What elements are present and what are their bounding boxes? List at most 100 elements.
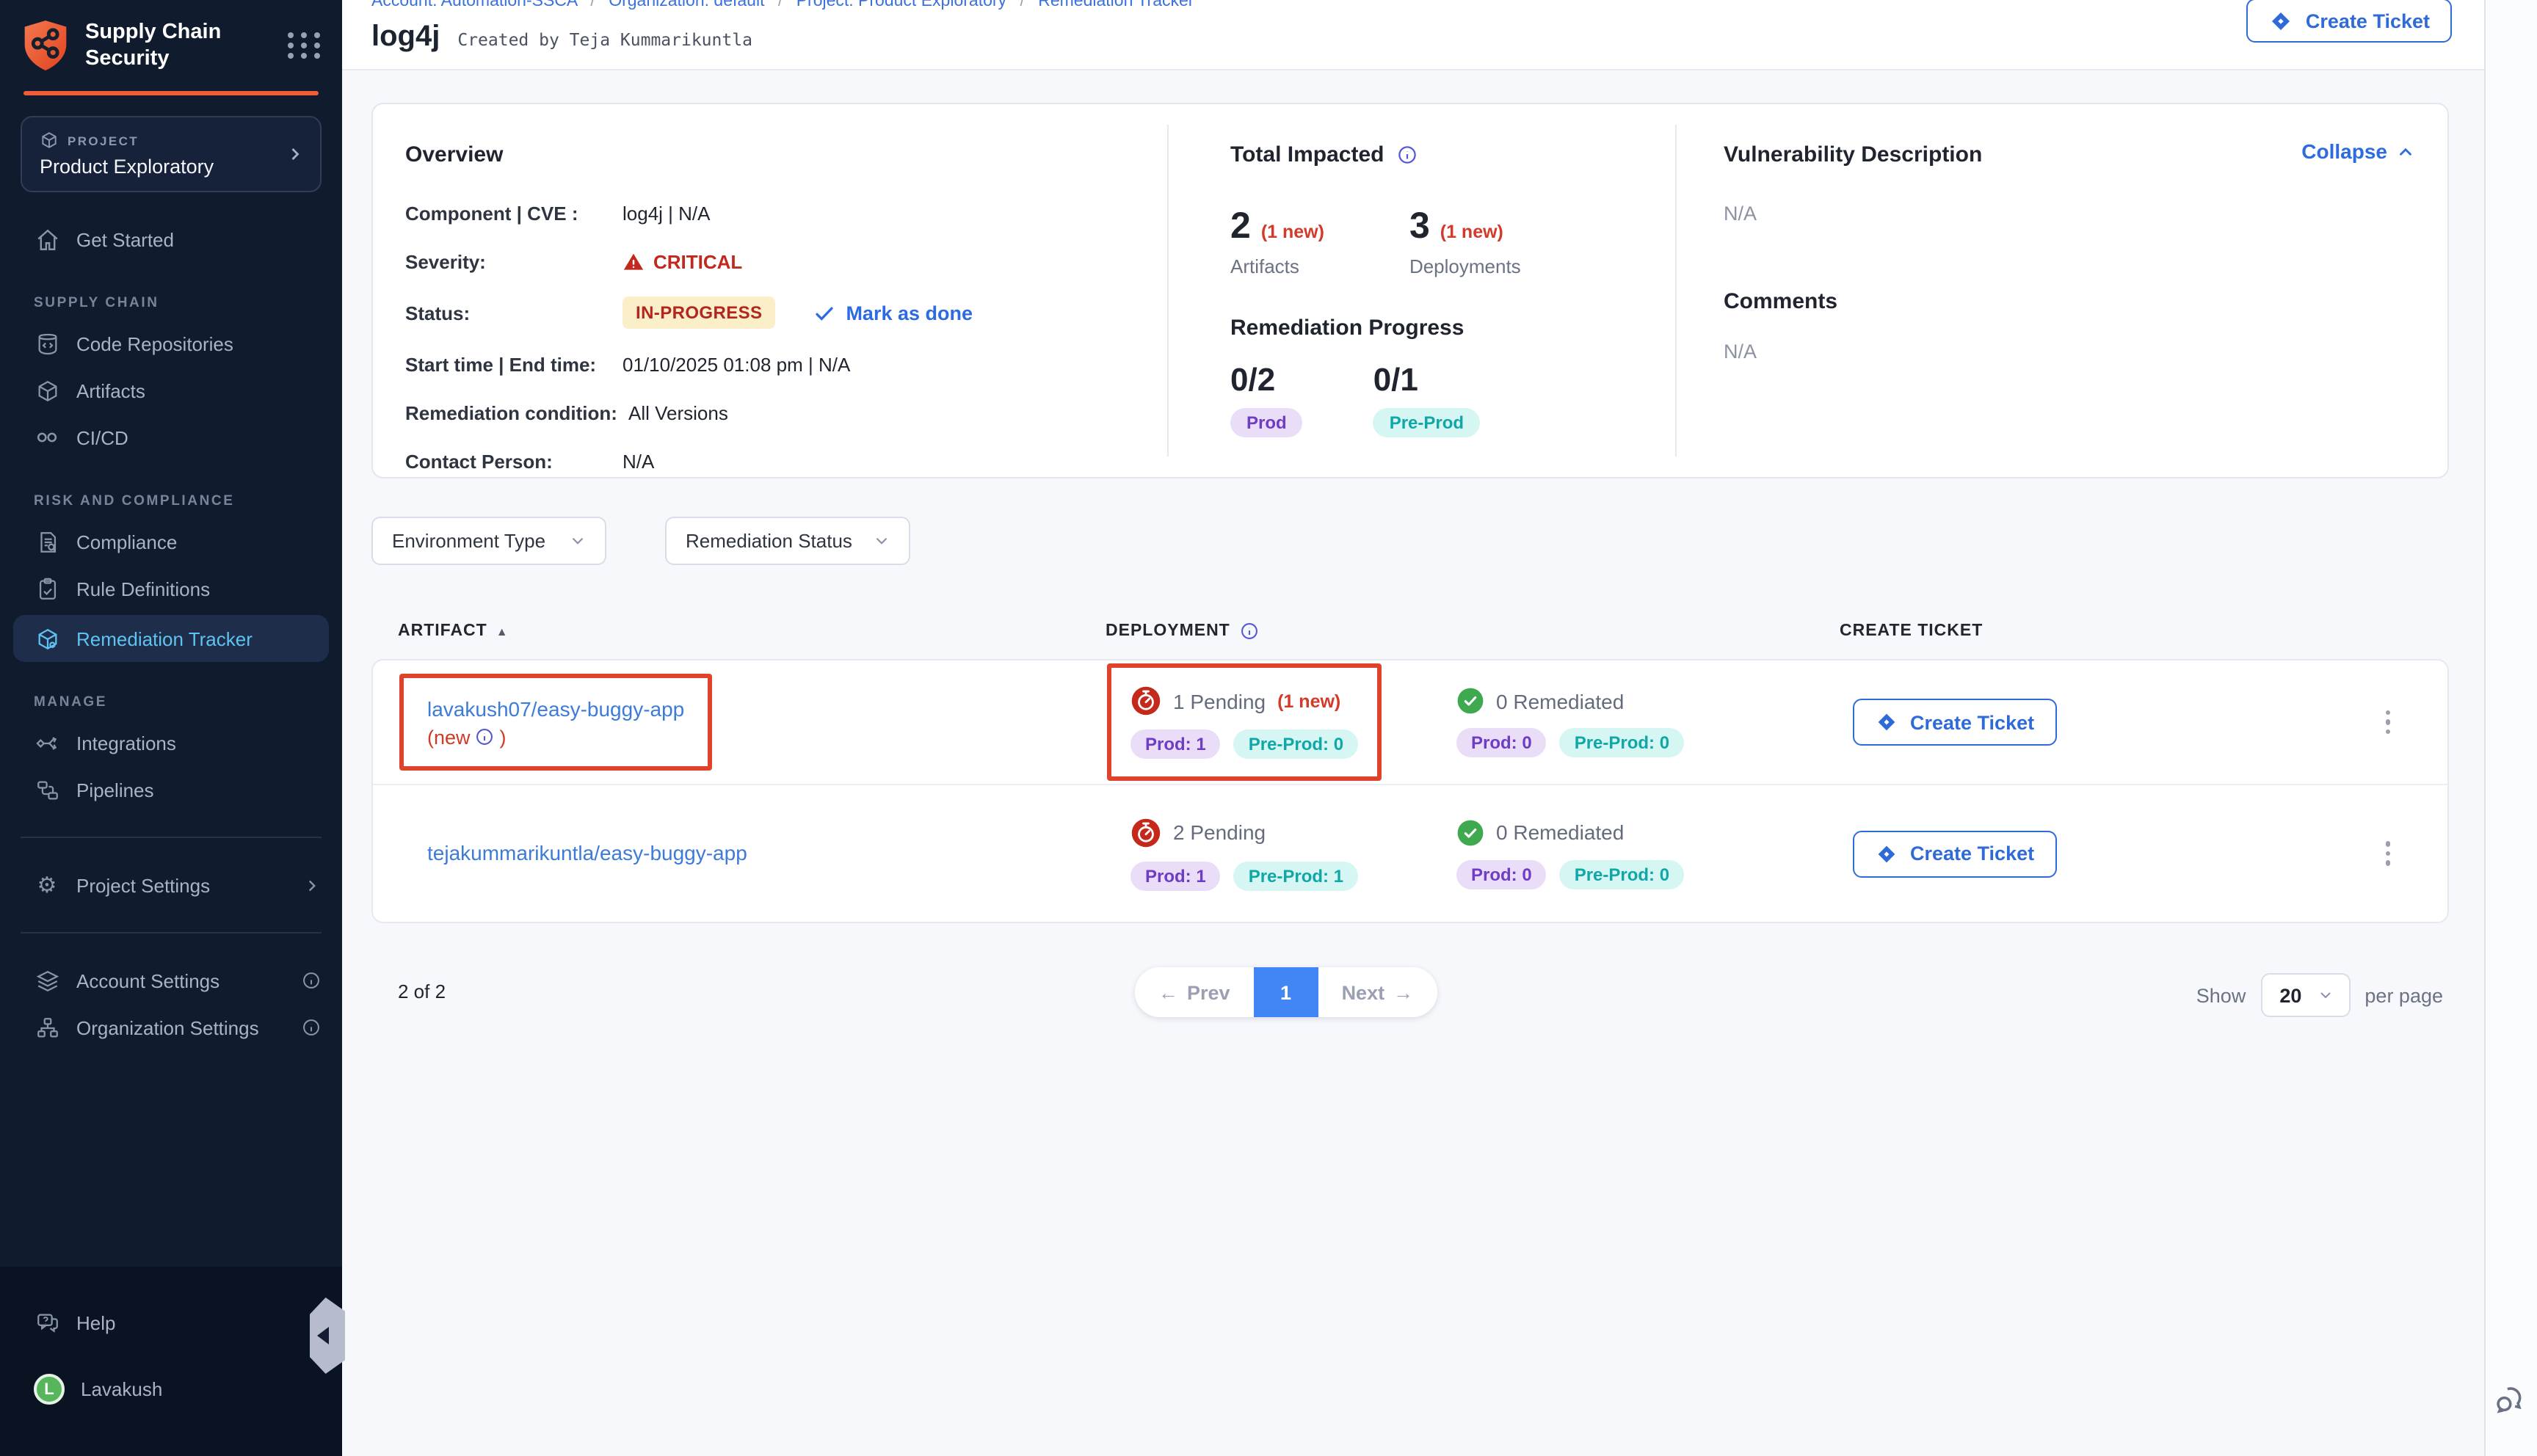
sidebar-collapse-button[interactable] [310, 1297, 345, 1374]
overview-row-status: Status: IN-PROGRESS Mark as done [405, 296, 1153, 329]
annotation-box-deployment: 1 Pending (1 new) Prod: 1 Pre-Prod: 0 [1107, 663, 1382, 781]
sidebar-item-integrations[interactable]: Integrations [0, 719, 342, 766]
create-ticket-cell: Create Ticket [1841, 830, 2326, 877]
sidebar-user[interactable]: L Lavakush [0, 1364, 342, 1415]
sidebar-item-code-repositories[interactable]: Code Repositories [0, 320, 342, 367]
section-label-risk-and-compliance: RISK AND COMPLIANCE [34, 493, 342, 509]
show-label: Show [2196, 984, 2246, 1006]
info-icon[interactable] [1396, 144, 1418, 166]
sidebar-item-label: Get Started [76, 228, 174, 250]
environment-type-dropdown[interactable]: Environment Type [371, 517, 606, 565]
breadcrumb-separator: / [590, 0, 595, 10]
support-chat-icon[interactable] [2491, 1381, 2528, 1418]
organization-settings-icon [34, 1014, 60, 1041]
breadcrumb: Account: Automation-SSCA / Organization:… [371, 0, 2484, 10]
impacted-deployments: 3(1 new) Deployments [1409, 205, 1521, 277]
artifact-link[interactable]: tejakummarikuntla/easy-buggy-app [427, 839, 747, 867]
help-chat-icon [34, 1309, 60, 1336]
sidebar-item-cicd[interactable]: CI/CD [0, 414, 342, 461]
remediation-status-dropdown[interactable]: Remediation Status [665, 517, 911, 565]
prev-page-button[interactable]: ← Prev [1135, 967, 1254, 1017]
info-icon[interactable] [475, 727, 496, 748]
pending-count: 1 Pending [1173, 689, 1266, 713]
sidebar-item-rule-definitions[interactable]: Rule Definitions [0, 565, 342, 612]
sidebar-divider [21, 837, 322, 838]
total-impacted-heading: Total Impacted [1230, 142, 1384, 167]
overview-row-condition: Remediation condition: All Versions [405, 399, 1153, 426]
create-ticket-button-row[interactable]: Create Ticket [1853, 699, 2056, 746]
pipelines-icon [34, 776, 60, 803]
per-page-select[interactable]: 20 [2260, 973, 2350, 1017]
account-settings-layers-icon [34, 967, 60, 994]
info-icon [301, 970, 322, 991]
artifact-new-tag: (new ) [427, 727, 684, 749]
sidebar-item-artifacts[interactable]: Artifacts [0, 367, 342, 414]
content: Overview Component | CVE : log4j | N/A S… [342, 70, 2484, 1026]
overview-row-times: Start time | End time: 01/10/2025 01:08 … [405, 351, 1153, 377]
chevron-down-icon [568, 531, 587, 550]
sidebar-item-help[interactable]: Help [0, 1299, 342, 1346]
sidebar-item-label: Help [76, 1311, 116, 1333]
sidebar-item-remediation-tracker[interactable]: Remediation Tracker [13, 615, 329, 662]
breadcrumb-project[interactable]: Project: Product Exploratory [796, 0, 1006, 10]
progress-prod: 0/2 Prod [1230, 361, 1303, 437]
ticket-diamond-icon [1875, 842, 1898, 865]
row-actions-kebab-menu[interactable] [2326, 833, 2450, 875]
critical-warning-icon [623, 250, 645, 272]
vulnerability-description-value: N/A [1724, 203, 2412, 225]
app-title: Supply Chain Security [85, 19, 232, 73]
pending-icon [1130, 817, 1161, 848]
home-icon [34, 226, 60, 252]
sidebar-item-label: Code Repositories [76, 332, 233, 354]
app-root: Supply Chain Security PROJECT Product Ex… [0, 0, 2537, 1456]
info-icon [301, 1017, 322, 1038]
create-ticket-cell: Create Ticket [1841, 699, 2326, 746]
page-number-active[interactable]: 1 [1254, 967, 1318, 1017]
sort-ascending-icon[interactable]: ▲ [496, 625, 509, 638]
sidebar-item-compliance[interactable]: Compliance [0, 518, 342, 565]
create-ticket-button-top[interactable]: Create Ticket [2247, 0, 2452, 43]
code-repository-icon [34, 330, 60, 357]
mark-as-done-link[interactable]: Mark as done [813, 302, 973, 324]
column-header-deployment: DEPLOYMENT [1106, 621, 1451, 641]
preprod-badge: Pre-Prod: 1 [1234, 861, 1358, 890]
breadcrumb-organization[interactable]: Organization: default [609, 0, 764, 10]
sidebar-item-pipelines[interactable]: Pipelines [0, 766, 342, 813]
sidebar-item-account-settings[interactable]: Account Settings [0, 957, 342, 1004]
create-ticket-button-row[interactable]: Create Ticket [1853, 830, 2056, 877]
remediated-cell: 0 Remediated Prod: 0 Pre-Prod: 0 [1452, 796, 1841, 911]
overview-heading: Overview [405, 142, 1153, 167]
breadcrumb-account[interactable]: Account: Automation-SSCA [371, 0, 577, 10]
prod-badge: Prod: 1 [1130, 729, 1221, 759]
sidebar-item-get-started[interactable]: Get Started [0, 216, 342, 263]
pending-new: (1 new) [1277, 691, 1340, 711]
sidebar-item-organization-settings[interactable]: Organization Settings [0, 1004, 342, 1051]
pagination-pill: ← Prev 1 Next → [1135, 967, 1437, 1017]
remediation-progress-heading: Remediation Progress [1230, 316, 1661, 341]
remediated-cell: 0 Remediated Prod: 0 Pre-Prod: 0 [1452, 665, 1841, 779]
sidebar-item-label: Remediation Tracker [76, 627, 253, 649]
sidebar-divider [21, 932, 322, 933]
column-header-create-ticket: CREATE TICKET [1840, 621, 2324, 641]
column-header-artifact[interactable]: ARTIFACT ▲ [371, 621, 1106, 641]
artifact-link[interactable]: lavakush07/easy-buggy-app [427, 696, 684, 724]
row-actions-kebab-menu[interactable] [2326, 702, 2450, 743]
breadcrumb-remediation-tracker[interactable]: Remediation Tracker [1038, 0, 1194, 10]
integrations-icon [34, 729, 60, 756]
collapse-link[interactable]: Collapse [2301, 139, 2415, 163]
next-page-button[interactable]: Next → [1318, 967, 1437, 1017]
info-icon[interactable] [1239, 621, 1260, 641]
project-name: Product Exploratory [40, 156, 302, 178]
table-header: ARTIFACT ▲ DEPLOYMENT CREATE TICKET [371, 600, 2449, 659]
deployment-cell: 2 Pending Prod: 1 Pre-Prod: 1 [1107, 795, 1452, 912]
sidebar-item-project-settings[interactable]: ⚙ Project Settings [0, 862, 342, 909]
pagination-row: 2 of 2 ← Prev 1 Next → Show 20 [371, 967, 2449, 1026]
comments-heading: Comments [1724, 289, 2412, 314]
project-selector[interactable]: PROJECT Product Exploratory [21, 116, 322, 192]
app-switcher-grid-icon[interactable] [286, 28, 322, 63]
sidebar-item-label: Organization Settings [76, 1016, 259, 1038]
prod-badge: Prod: 0 [1456, 859, 1547, 889]
section-label-supply-chain: SUPPLY CHAIN [34, 295, 342, 311]
status-badge: IN-PROGRESS [623, 296, 775, 329]
artifacts-box-icon [34, 377, 60, 404]
